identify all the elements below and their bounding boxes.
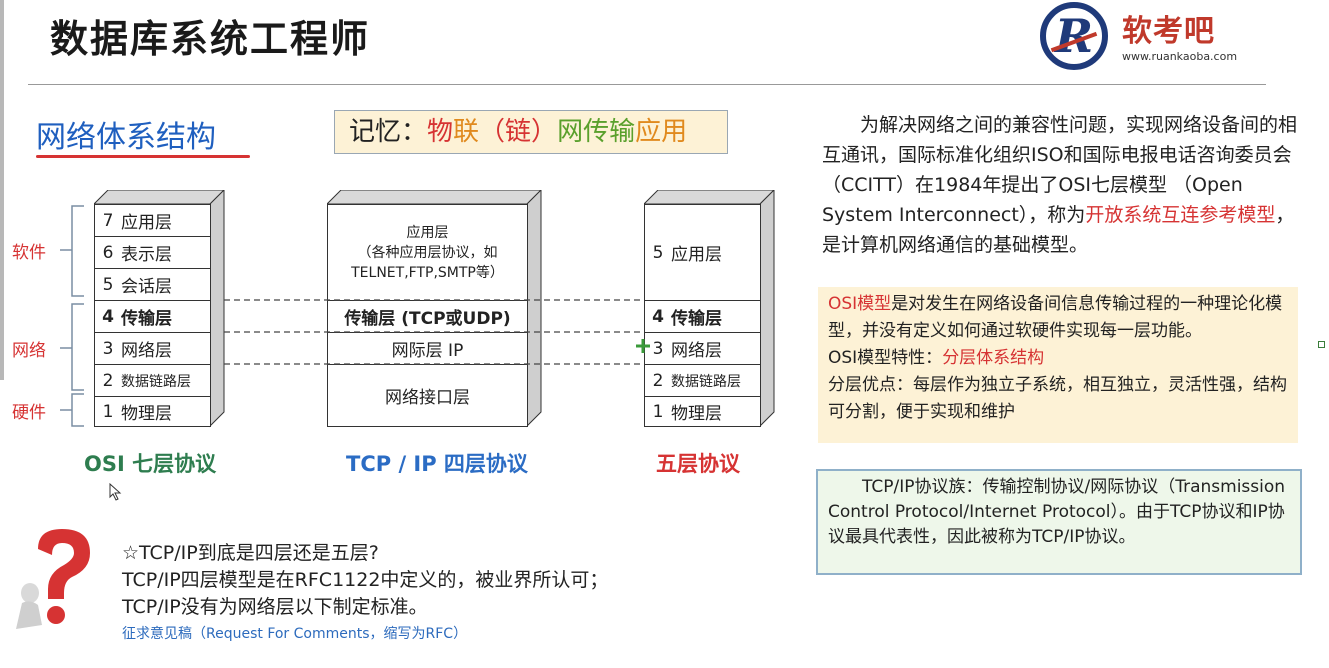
title-divider (28, 84, 1266, 85)
five-layer-1-num: 1 (652, 401, 664, 422)
memory-prefix: 记忆： (349, 117, 428, 147)
memory-part-2: 联 (453, 117, 480, 147)
five-layer-4-name: 传输层 (671, 309, 722, 329)
osi-caption: OSI 七层协议 (84, 452, 217, 476)
rfc-note: 征求意见稿（Request For Comments，缩写为RFC） (122, 626, 468, 642)
osi-advantage: 分层优点：每层作为独立子系统，相互独立，灵活性强，结构可分割，便于实现和维护 (828, 375, 1287, 422)
layer-mapping-dashed-lines (224, 299, 644, 365)
side-label-hardware: 硬件 (12, 403, 46, 423)
osi-layer-2-name: 数据链路层 (121, 373, 191, 390)
intro-paragraph: 为解决网络之间的兼容性问题，实现网络设备间的相互通讯，国际标准化组织ISO和国际… (822, 110, 1300, 260)
osi-layer-4-name: 传输层 (121, 309, 172, 329)
tcpip-layer-network-interface: 网络接口层 (327, 364, 528, 427)
osi-layer-1: 1 物理层 (94, 396, 211, 427)
tcpip-caption: TCP / IP 四层协议 (346, 452, 528, 476)
five-layer-2: 2 数据链路层 (644, 364, 761, 397)
osi-layer-6: 6 表示层 (94, 236, 211, 269)
tcpip-info-box: TCP/IP协议族：传输控制协议/网际协议（Transmission Contr… (816, 469, 1302, 575)
osi-layer-5-num: 5 (102, 274, 114, 295)
qa-answer-2: TCP/IP没有为网络层以下制定标准。 (122, 596, 428, 618)
osi-layer-2: 2 数据链路层 (94, 364, 211, 397)
osi-layer-7: 7 应用层 (94, 204, 211, 237)
osi-layer-2-num: 2 (102, 370, 114, 391)
osi-layer-3-num: 3 (102, 338, 114, 359)
five-layer-2-name: 数据链路层 (671, 373, 741, 390)
tcpip-app-line3: TELNET,FTP,SMTP等） (351, 264, 504, 281)
mouse-pointer-icon (109, 483, 122, 501)
memory-part-4: 网 (557, 117, 584, 147)
intro-highlight: 开放系统互连参考模型 (1085, 204, 1276, 226)
question-mark-figure-icon (16, 529, 90, 629)
five-layer-3: 3 网络层 (644, 332, 761, 365)
logo-text: 软考吧 (1122, 14, 1215, 49)
osi-layer-5: 5 会话层 (94, 268, 211, 301)
five-layer-1: 1 物理层 (644, 396, 761, 427)
resize-handle[interactable] (1318, 341, 1325, 348)
five-layer-4: 4 传输层 (644, 300, 761, 333)
five-layer-5-num: 5 (652, 242, 664, 263)
osi-layer-6-name: 表示层 (121, 245, 172, 265)
osi-layer-3-name: 网络层 (121, 341, 172, 361)
tcpip-app-line2: （各种应用层协议，如 (357, 244, 498, 261)
osi-info-box: OSI模型是对发生在网络设备间信息传输过程的一种理论化模型，并没有定义如何通过软… (818, 287, 1298, 443)
side-label-software: 软件 (12, 243, 46, 263)
osi-layer-7-num: 7 (102, 210, 114, 231)
qa-question: ☆TCP/IP到底是四层还是五层? (122, 542, 379, 564)
memory-part-5: 传输 (583, 117, 636, 147)
osi-layer-1-name: 物理层 (121, 404, 172, 424)
five-layer-5-name: 应用层 (671, 245, 722, 265)
memory-part-3: （链） (479, 117, 558, 147)
memory-mnemonic-box: 记忆：物联（链）网传输应用 (334, 110, 728, 154)
five-layer-2-num: 2 (652, 370, 664, 391)
five-layer-1-name: 物理层 (671, 404, 722, 424)
five-layer-3-name: 网络层 (671, 341, 722, 361)
left-edge-bar (0, 0, 4, 380)
five-caption: 五层协议 (656, 452, 740, 476)
tcpip-app-line1: 应用层 (406, 224, 449, 241)
osi-layer-3: 3 网络层 (94, 332, 211, 365)
osi-layer-6-num: 6 (102, 242, 114, 263)
osi-feature-label: OSI模型特性： (828, 348, 943, 368)
memory-part-1: 物 (427, 117, 454, 147)
osi-term: OSI模型 (828, 294, 892, 314)
memory-part-6: 应用 (635, 117, 688, 147)
osi-layer-4-num: 4 (102, 306, 114, 327)
page-title: 数据库系统工程师 (50, 17, 371, 61)
section-title: 网络体系结构 (36, 120, 216, 155)
layer-group-brackets (60, 205, 84, 427)
osi-definition: 是对发生在网络设备间信息传输过程的一种理论化模型，并没有定义如何通过软硬件实现每… (828, 294, 1283, 341)
qa-block: ☆TCP/IP到底是四层还是五层? TCP/IP四层模型是在RFC1122中定义… (122, 540, 608, 621)
plus-cursor-icon (636, 339, 650, 353)
osi-feature-value: 分层体系结构 (942, 348, 1045, 368)
logo-r-icon: R (1040, 2, 1108, 70)
section-title-underline (36, 155, 250, 158)
osi-layer-4: 4 传输层 (94, 300, 211, 333)
osi-layer-5-name: 会话层 (121, 277, 172, 297)
osi-layer-1-num: 1 (102, 401, 114, 422)
qa-answer-1: TCP/IP四层模型是在RFC1122中定义的，被业界所认可； (122, 569, 609, 591)
tcpip-info-text: TCP/IP协议族：传输控制协议/网际协议（Transmission Contr… (828, 477, 1286, 547)
osi-layer-7-name: 应用层 (121, 213, 172, 233)
five-layer-5: 5 应用层 (644, 204, 761, 301)
tcpip-layer-application: 应用层 （各种应用层协议，如 TELNET,FTP,SMTP等） (327, 204, 528, 301)
logo-url: www.ruankaoba.com (1122, 50, 1238, 63)
side-label-network: 网络 (12, 341, 46, 361)
